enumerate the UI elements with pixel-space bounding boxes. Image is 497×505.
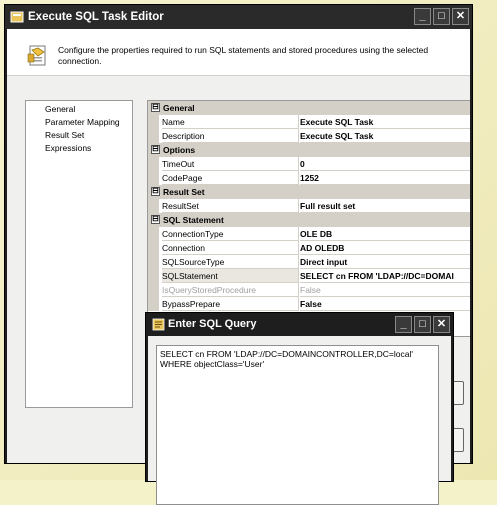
close-button[interactable]: ✕ [452, 8, 469, 25]
category-result-set[interactable]: ⊟ Result Set [148, 185, 470, 199]
property-name: IsQueryStoredProcedure [162, 283, 299, 297]
property-name: ConnectionType [162, 227, 299, 241]
property-row-sqlsourcetype[interactable]: SQLSourceType Direct input [148, 255, 470, 269]
window-controls: _ □ ✕ [414, 8, 469, 25]
row-gutter [148, 157, 159, 171]
page-navigation-list: General Parameter Mapping Result Set Exp… [25, 100, 133, 408]
category-label: General [163, 103, 195, 113]
nav-item-general[interactable]: General [45, 104, 75, 114]
property-value[interactable]: 1252 [300, 171, 470, 185]
property-row-connection[interactable]: Connection AD OLEDB [148, 241, 470, 255]
property-value[interactable]: Execute SQL Task [300, 129, 470, 143]
property-grid: ⊟ General Name Execute SQL Task Descript… [147, 100, 470, 337]
property-name: ResultSet [162, 199, 299, 213]
category-label: Options [163, 145, 196, 155]
collapse-icon[interactable]: ⊟ [151, 215, 160, 224]
property-row-sqlstatement[interactable]: SQLStatement SELECT cn FROM 'LDAP://DC=D… [148, 269, 470, 283]
category-options[interactable]: ⊟ Options [148, 143, 470, 157]
collapse-icon[interactable]: ⊟ [151, 103, 160, 112]
property-name: Description [162, 129, 299, 143]
row-gutter [148, 269, 159, 283]
property-row-resultset[interactable]: ResultSet Full result set [148, 199, 470, 213]
property-value: False [300, 283, 470, 297]
property-name: CodePage [162, 171, 299, 185]
nav-item-parameter-mapping[interactable]: Parameter Mapping [45, 117, 120, 127]
row-gutter [148, 129, 159, 143]
property-name: SQLSourceType [162, 255, 299, 269]
property-value[interactable]: SELECT cn FROM 'LDAP://DC=DOMAI [300, 269, 470, 283]
query-icon [152, 318, 165, 331]
minimize-button[interactable]: _ [414, 8, 431, 25]
category-label: SQL Statement [163, 215, 224, 225]
property-value[interactable]: AD OLEDB [300, 241, 470, 255]
category-general[interactable]: ⊟ General [148, 101, 470, 115]
property-row-timeout[interactable]: TimeOut 0 [148, 157, 470, 171]
row-gutter [148, 171, 159, 185]
window-title: Enter SQL Query [168, 318, 257, 330]
title-bar: Execute SQL Task Editor _ □ ✕ [5, 5, 472, 29]
property-row-name[interactable]: Name Execute SQL Task [148, 115, 470, 129]
row-gutter [148, 115, 159, 129]
property-name: Name [162, 115, 299, 129]
minimize-button[interactable]: _ [395, 316, 412, 333]
property-name: TimeOut [162, 157, 299, 171]
title-bar: Enter SQL Query _ □ ✕ [146, 313, 453, 336]
property-value[interactable]: OLE DB [300, 227, 470, 241]
property-row-description[interactable]: Description Execute SQL Task [148, 129, 470, 143]
task-editor-icon [10, 11, 24, 23]
property-name: Connection [162, 241, 299, 255]
window-controls: _ □ ✕ [395, 316, 450, 333]
dialog-description: Configure the properties required to run… [58, 45, 429, 66]
nav-item-result-set[interactable]: Result Set [45, 130, 84, 140]
dialog-header: Configure the properties required to run… [7, 29, 470, 76]
property-name: BypassPrepare [162, 297, 299, 311]
property-row-codepage[interactable]: CodePage 1252 [148, 171, 470, 185]
property-row-connectiontype[interactable]: ConnectionType OLE DB [148, 227, 470, 241]
row-gutter [148, 283, 159, 297]
window-title: Execute SQL Task Editor [28, 11, 164, 23]
property-value[interactable]: 0 [300, 157, 470, 171]
row-gutter [148, 297, 159, 311]
sql-query-textarea[interactable]: SELECT cn FROM 'LDAP://DC=DOMAINCONTROLL… [156, 345, 439, 505]
property-row-isquerystoredprocedure: IsQueryStoredProcedure False [148, 283, 470, 297]
row-gutter [148, 199, 159, 213]
category-label: Result Set [163, 187, 205, 197]
property-value[interactable]: False [300, 297, 470, 311]
collapse-icon[interactable]: ⊟ [151, 187, 160, 196]
dialog-body: SELECT cn FROM 'LDAP://DC=DOMAINCONTROLL… [148, 336, 451, 505]
maximize-button[interactable]: □ [433, 8, 450, 25]
collapse-icon[interactable]: ⊟ [151, 145, 160, 154]
property-value[interactable]: Execute SQL Task [300, 115, 470, 129]
enter-sql-query-window: Enter SQL Query _ □ ✕ SELECT cn FROM 'LD… [145, 312, 454, 505]
close-button[interactable]: ✕ [433, 316, 450, 333]
property-value[interactable]: Full result set [300, 199, 470, 213]
row-gutter [148, 241, 159, 255]
property-value[interactable]: Direct input [300, 255, 470, 269]
property-row-bypassprepare[interactable]: BypassPrepare False [148, 297, 470, 311]
row-gutter [148, 227, 159, 241]
row-gutter [148, 255, 159, 269]
category-sql-statement[interactable]: ⊟ SQL Statement [148, 213, 470, 227]
sql-task-icon [27, 45, 46, 66]
property-name: SQLStatement [162, 269, 299, 283]
nav-item-expressions[interactable]: Expressions [45, 143, 91, 153]
maximize-button[interactable]: □ [414, 316, 431, 333]
